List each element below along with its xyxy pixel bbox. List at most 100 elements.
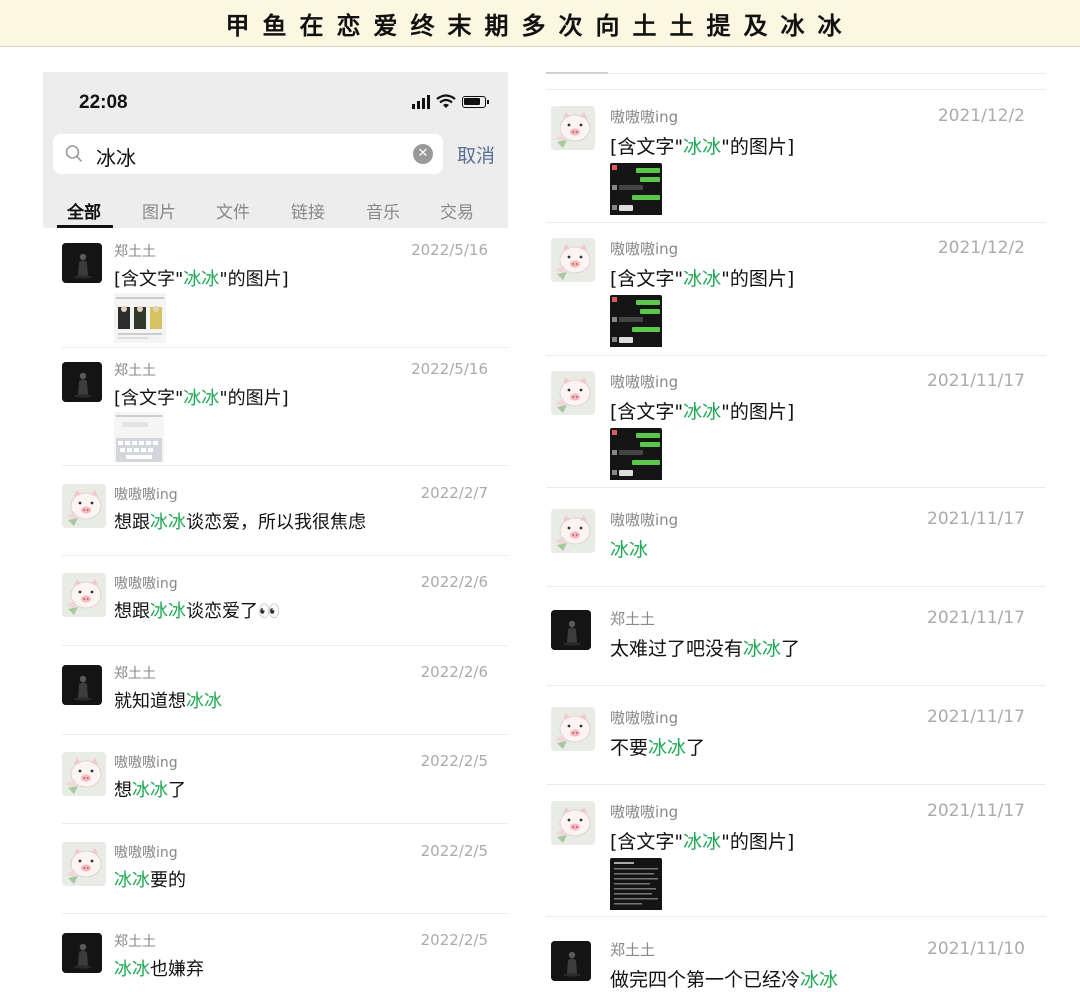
chat-screenshot-thumbnail[interactable]	[610, 295, 662, 351]
dark-figure-avatar-icon[interactable]	[551, 941, 591, 981]
message-date: 2022/2/5	[420, 931, 488, 949]
message-text: 做完四个第一个已经冷冰冰	[610, 965, 838, 992]
pig-avatar-icon[interactable]	[551, 371, 595, 415]
pig-avatar-icon[interactable]	[551, 106, 595, 150]
dark-figure-avatar-icon[interactable]	[551, 610, 591, 650]
search-input[interactable]: 冰冰 ✕	[53, 134, 443, 174]
text-screenshot-thumbnail[interactable]	[610, 858, 662, 914]
message-text-before: 就知道想	[114, 691, 186, 712]
row-divider	[546, 487, 1046, 488]
message-text: [含文字"冰冰"的图片]	[114, 384, 289, 410]
clear-icon[interactable]: ✕	[413, 144, 433, 164]
tab-transactions[interactable]: 交易	[440, 198, 474, 223]
message-text-before: [含文字"	[610, 136, 684, 158]
title-banner: 甲鱼在恋爱终末期多次向土土提及冰冰	[0, 0, 1080, 47]
message-text-after: "的图片]	[219, 269, 289, 290]
message-text: 冰冰也嫌弃	[114, 955, 204, 981]
banner-title: 甲鱼在恋爱终末期多次向土土提及冰冰	[225, 10, 855, 40]
highlighted-keyword: 冰冰	[114, 870, 150, 891]
message-text: [含文字"冰冰"的图片]	[610, 264, 794, 291]
sender-name: 郑土土	[114, 244, 156, 260]
active-tab-indicator	[57, 225, 113, 228]
row-divider	[62, 734, 508, 735]
tab-links[interactable]: 链接	[291, 198, 325, 223]
pig-avatar-icon[interactable]	[62, 842, 106, 886]
message-date: 2021/11/10	[927, 939, 1025, 959]
row-divider	[62, 913, 508, 914]
highlighted-keyword: 冰冰	[183, 269, 220, 290]
row-divider	[546, 916, 1046, 917]
message-text-after: 谈恋爱，所以我很焦虑	[186, 512, 366, 533]
message-text-after: 谈恋爱了👀	[186, 601, 281, 622]
message-date: 2022/5/16	[411, 241, 488, 259]
pig-avatar-icon[interactable]	[62, 752, 106, 796]
cancel-button[interactable]: 取消	[457, 141, 495, 168]
message-text-after: "的图片]	[721, 401, 795, 423]
message-text-before: [含文字"	[114, 269, 184, 290]
chat-screenshot-thumbnail[interactable]	[610, 163, 662, 219]
message-date: 2021/11/17	[927, 707, 1025, 727]
status-icons	[412, 94, 489, 109]
message-text-before: [含文字"	[610, 268, 684, 290]
sender-name: 嗷嗷嗷ing	[114, 487, 178, 503]
message-text: 想跟冰冰谈恋爱了👀	[114, 597, 280, 623]
pig-avatar-icon[interactable]	[62, 484, 106, 528]
row-divider	[62, 555, 508, 556]
tab-images[interactable]: 图片	[142, 198, 176, 223]
highlighted-keyword: 冰冰	[610, 539, 649, 561]
sender-name: 郑土土	[114, 934, 156, 950]
tab-all[interactable]: 全部	[67, 198, 101, 223]
highlighted-keyword: 冰冰	[683, 831, 722, 853]
highlighted-keyword: 冰冰	[150, 512, 186, 533]
message-text: 想跟冰冰谈恋爱，所以我很焦虑	[114, 508, 366, 534]
message-text-before: 不要	[610, 737, 649, 759]
highlighted-keyword: 冰冰	[683, 268, 722, 290]
message-text-before: 想	[114, 780, 132, 801]
tab-files[interactable]: 文件	[216, 198, 250, 223]
dark-figure-avatar-icon[interactable]	[62, 243, 102, 283]
message-date: 2022/2/5	[420, 842, 488, 860]
message-text-after: 也嫌弃	[150, 959, 204, 980]
sender-name: 郑土土	[610, 941, 656, 959]
message-text: 就知道想冰冰	[114, 687, 222, 713]
highlighted-keyword: 冰冰	[743, 638, 782, 660]
pig-avatar-icon[interactable]	[551, 509, 595, 553]
message-text: [含文字"冰冰"的图片]	[610, 397, 794, 424]
row-divider	[546, 784, 1046, 785]
keyboard-screenshot-thumbnail[interactable]	[114, 412, 164, 466]
tab-music[interactable]: 音乐	[366, 198, 400, 223]
message-date: 2021/11/17	[927, 608, 1025, 628]
row-divider	[62, 465, 508, 466]
sender-name: 郑土土	[610, 610, 656, 628]
message-date: 2021/12/2	[937, 238, 1025, 258]
battery-icon	[462, 95, 489, 108]
top-divider	[546, 73, 1046, 74]
message-text-after: 了	[168, 780, 186, 801]
pig-avatar-icon[interactable]	[62, 573, 106, 617]
highlighted-keyword: 冰冰	[150, 601, 186, 622]
message-text-before: [含文字"	[610, 401, 684, 423]
highlighted-keyword: 冰冰	[186, 691, 222, 712]
message-text-before: 太难过了吧没有	[610, 638, 744, 660]
photo-thumbnail[interactable]	[114, 293, 166, 347]
wifi-icon	[436, 94, 456, 108]
row-divider	[62, 347, 508, 348]
pig-avatar-icon[interactable]	[551, 707, 595, 751]
sender-name: 郑土土	[114, 666, 156, 682]
dark-figure-avatar-icon[interactable]	[62, 362, 102, 402]
dark-figure-avatar-icon[interactable]	[62, 933, 102, 973]
dark-figure-avatar-icon[interactable]	[62, 665, 102, 705]
row-divider	[546, 222, 1046, 223]
row-divider	[62, 645, 508, 646]
filter-tabs: 全部 图片 文件 链接 音乐 交易	[43, 194, 508, 228]
message-text-before: [含文字"	[114, 388, 184, 409]
pig-avatar-icon[interactable]	[551, 238, 595, 282]
highlighted-keyword: 冰冰	[183, 388, 220, 409]
pig-avatar-icon[interactable]	[551, 801, 595, 845]
message-text: 冰冰	[610, 535, 648, 562]
message-text: [含文字"冰冰"的图片]	[610, 132, 794, 159]
sender-name: 郑土土	[114, 363, 156, 379]
chat-screenshot-thumbnail[interactable]	[610, 428, 662, 484]
message-text-after: 了	[686, 737, 706, 759]
message-text: 太难过了吧没有冰冰了	[610, 634, 800, 661]
